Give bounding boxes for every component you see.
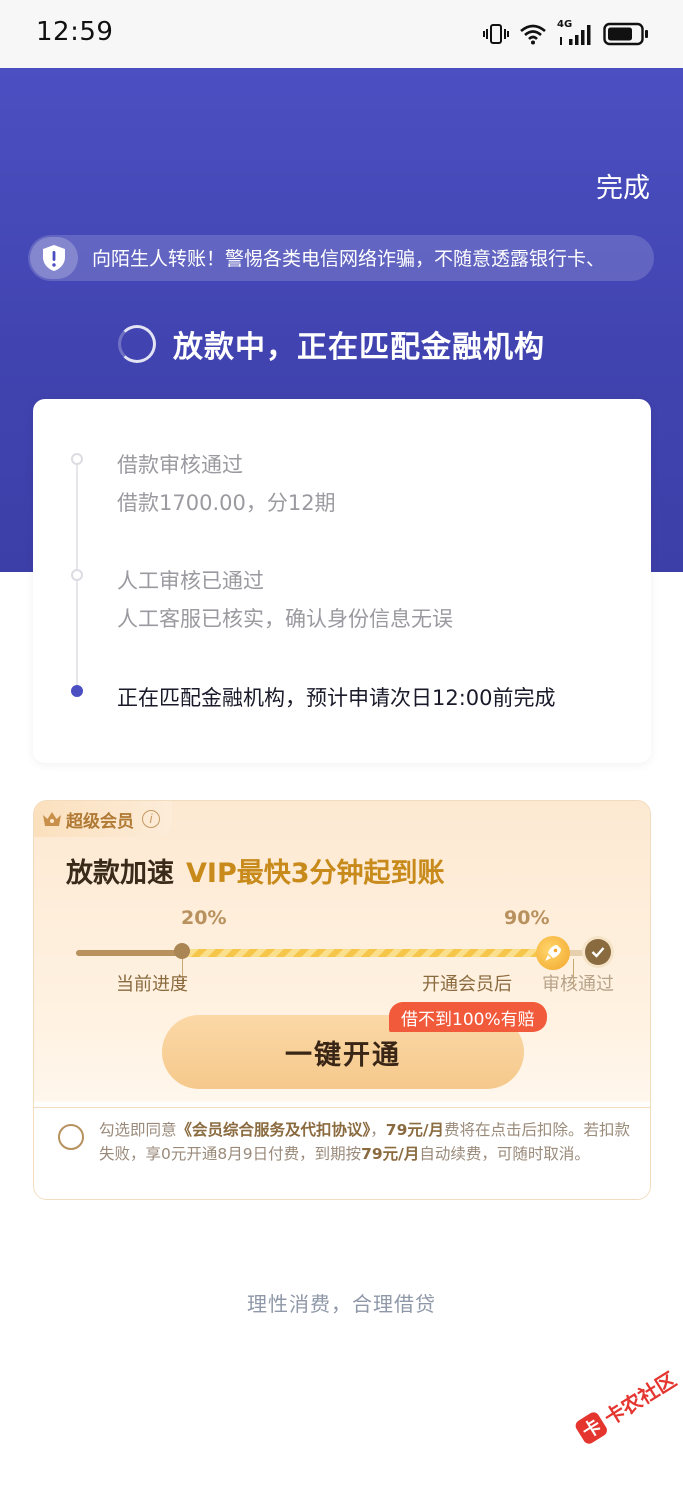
- label-approved: 审核通过: [542, 974, 614, 995]
- agreement-section: 勾选即同意《会员综合服务及代扣协议》，79元/月费将在点击后扣除。若扣款失败，享…: [34, 1107, 650, 1199]
- vip-headline-highlight: VIP最快3分钟起到账: [186, 858, 445, 889]
- progress-track-vip-boost: [182, 949, 553, 957]
- cellular-signal-icon: 4G: [557, 19, 593, 47]
- step2-title: 人工审核已通过: [117, 569, 264, 593]
- fraud-notice: 向陌生人转账！警惕各类电信网络诈骗，不随意透露银行卡、: [28, 235, 654, 281]
- footer-slogan: 理性消费，合理借贷: [247, 1292, 436, 1316]
- loading-title: 放款中，正在匹配金融机构: [173, 330, 545, 365]
- shield-alert-icon: [43, 245, 65, 271]
- crown-icon: [43, 812, 61, 826]
- label-after-vip: 开通会员后: [422, 974, 512, 995]
- agreement-text: 勾选即同意《会员综合服务及代扣协议》，79元/月费将在点击后扣除。若扣款失败，享…: [99, 1118, 634, 1166]
- vip-badge: 超级会员 i: [34, 801, 172, 837]
- approved-check-icon: [585, 939, 611, 965]
- vip-headline: 放款加速 VIP最快3分钟起到账: [66, 851, 445, 890]
- watermark-text: 卡农社区: [599, 1367, 681, 1431]
- loading-spinner-icon: [118, 325, 156, 363]
- current-progress-knob: [174, 943, 190, 959]
- step1-title: 借款审核通过: [117, 453, 243, 477]
- progress-steps-card: 借款审核通过 借款1700.00，分12期 人工审核已通过 人工客服已核实，确认…: [33, 399, 651, 763]
- step3-dot: [71, 685, 83, 697]
- compensation-tag: 借不到100%有赔: [389, 1002, 547, 1032]
- status-icons: 4G: [483, 19, 649, 48]
- vip-badge-text: 超级会员: [66, 811, 134, 832]
- agree-checkbox[interactable]: [58, 1124, 84, 1150]
- notice-text: 向陌生人转账！警惕各类电信网络诈骗，不随意透露银行卡、: [92, 248, 606, 270]
- agree-suffix: 自动续费，可随时取消。: [419, 1145, 590, 1163]
- step2-dot: [71, 569, 83, 581]
- agree-sep: ，: [370, 1121, 386, 1139]
- done-button[interactable]: 完成: [596, 166, 650, 205]
- step3-title: 正在匹配金融机构，预计申请次日12:00前完成: [117, 686, 556, 710]
- status-bar: 12:59 4G: [0, 0, 683, 68]
- info-icon[interactable]: i: [142, 810, 160, 828]
- agreement-link[interactable]: 《会员综合服务及代扣协议》: [177, 1121, 371, 1139]
- current-progress-percent: 20%: [181, 907, 227, 929]
- wifi-icon: [520, 24, 546, 45]
- progress-track-current: [76, 950, 182, 956]
- watermark: 卡 卡农社区: [572, 1364, 681, 1447]
- agree-prefix: 勾选即同意: [99, 1121, 177, 1139]
- step2-desc: 人工客服已核实，确认身份信息无误: [117, 607, 453, 631]
- label-current-progress: 当前进度: [116, 974, 188, 995]
- step1-dot: [71, 453, 83, 465]
- vip-headline-main: 放款加速: [66, 858, 174, 889]
- rocket-icon: [536, 936, 570, 970]
- agree-price-2: 79元/月: [361, 1145, 420, 1163]
- vip-progress-percent: 90%: [504, 907, 550, 929]
- status-time: 12:59: [36, 17, 114, 47]
- step1-desc: 借款1700.00，分12期: [117, 491, 336, 515]
- loading-status: 放款中，正在匹配金融机构: [118, 322, 545, 366]
- battery-icon: [603, 22, 648, 46]
- vip-promo-card: 超级会员 i 放款加速 VIP最快3分钟起到账 20% 90% 当前进度 开通会员…: [33, 800, 651, 1200]
- notice-icon-wrap: [30, 237, 78, 279]
- vibrate-icon: [483, 24, 509, 44]
- agree-price-1: 79元/月: [385, 1121, 445, 1139]
